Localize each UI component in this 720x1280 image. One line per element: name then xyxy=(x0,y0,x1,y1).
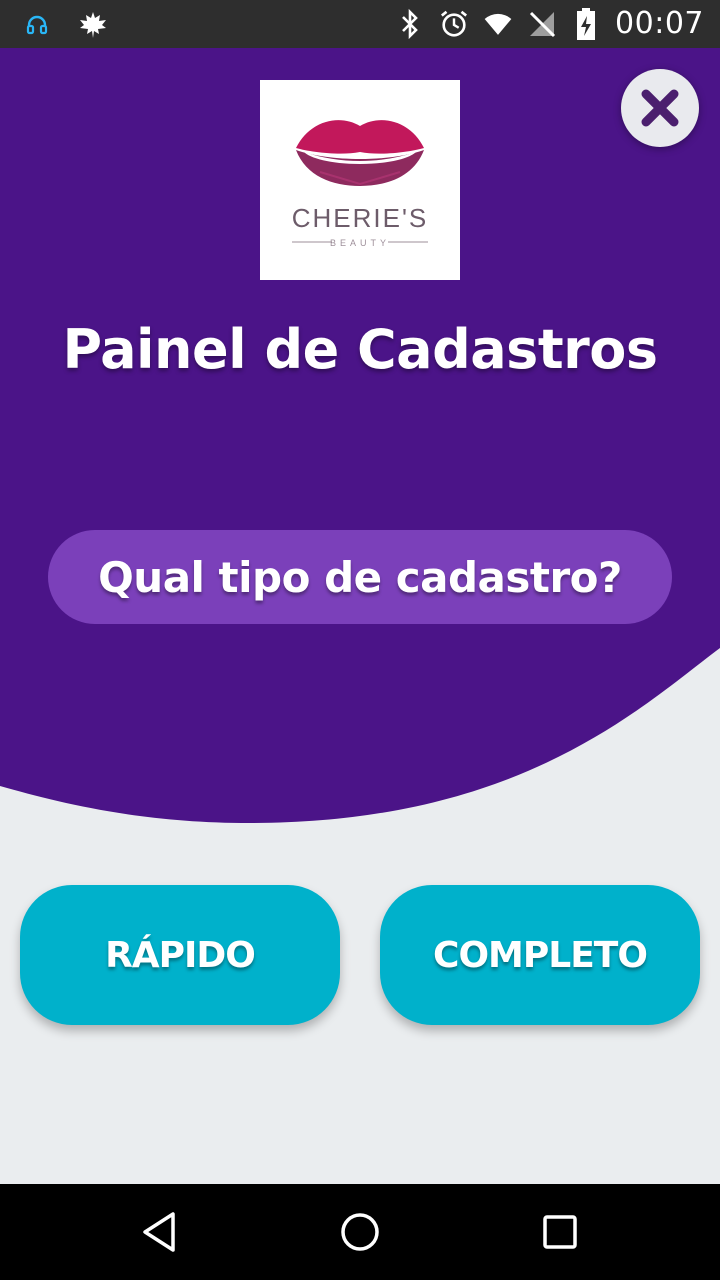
bluetooth-icon xyxy=(395,7,425,41)
brand-logo: CHERIE'S BEAUTY xyxy=(260,80,460,280)
alarm-icon xyxy=(439,7,469,41)
brand-name: CHERIE'S xyxy=(292,203,429,233)
wifi-icon xyxy=(483,7,513,41)
back-icon xyxy=(143,1212,175,1252)
lips-logo-icon: CHERIE'S BEAUTY xyxy=(292,120,429,248)
quick-registration-label: RÁPIDO xyxy=(105,934,256,976)
complete-registration-label: COMPLETO xyxy=(433,934,648,976)
close-button[interactable] xyxy=(621,69,699,147)
close-icon xyxy=(641,89,679,127)
status-time: 00:07 xyxy=(615,6,704,41)
navigation-bar xyxy=(0,1184,720,1280)
leaf-icon xyxy=(78,8,108,42)
back-button[interactable] xyxy=(132,1204,188,1260)
screen: 00:07 CHERIE'S BEAUTY Painel de Cadastro… xyxy=(0,0,720,1280)
question-text: Qual tipo de cadastro? xyxy=(98,552,622,602)
question-banner: Qual tipo de cadastro? xyxy=(48,530,672,624)
home-button[interactable] xyxy=(332,1204,388,1260)
headset-icon xyxy=(22,8,52,42)
complete-registration-button[interactable]: COMPLETO xyxy=(380,885,700,1025)
recents-button[interactable] xyxy=(532,1204,588,1260)
page-title: Painel de Cadastros xyxy=(62,318,658,381)
battery-charging-icon xyxy=(571,7,601,41)
status-bar: 00:07 xyxy=(0,0,720,48)
home-icon xyxy=(341,1213,379,1251)
recents-icon xyxy=(543,1215,577,1249)
no-signal-icon xyxy=(527,7,557,41)
brand-sub: BEAUTY xyxy=(330,238,390,248)
quick-registration-button[interactable]: RÁPIDO xyxy=(20,885,340,1025)
